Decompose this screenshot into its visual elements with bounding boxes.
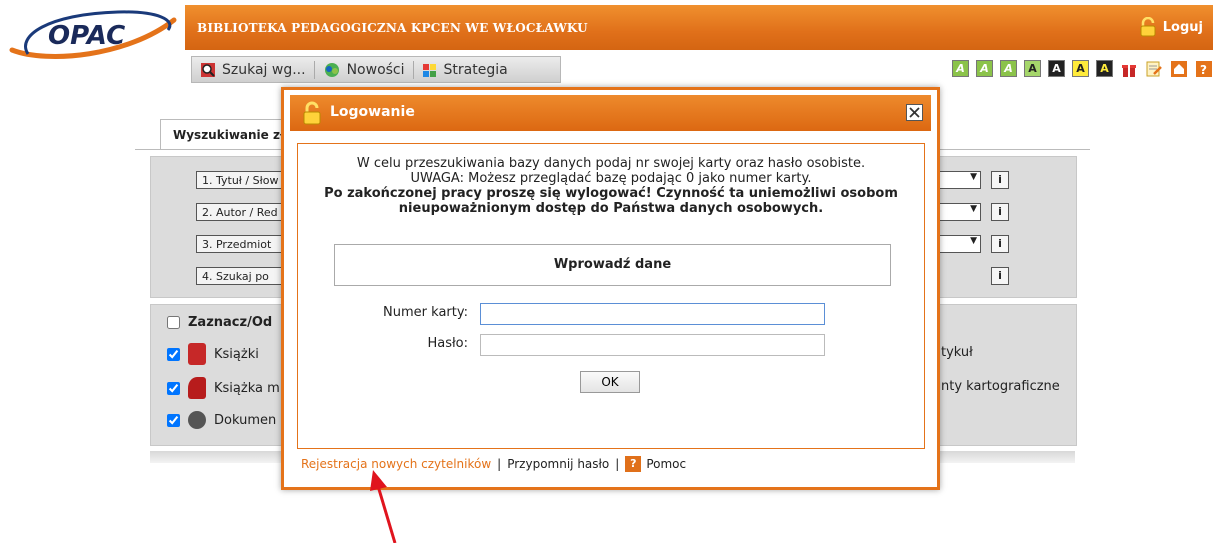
lock-icon [303,101,321,125]
contrast-dark-icon[interactable]: A [1048,60,1065,77]
nav-item-search[interactable]: Szukaj wg... [192,57,314,82]
dialog-body: W celu przeszukiwania bazy danych podaj … [297,143,925,449]
info-line: W celu przeszukiwania bazy danych podaj … [356,156,866,171]
dialog-footer: Rejestracja nowych czytelników | Przypom… [301,456,686,472]
type-books-checkbox[interactable] [167,347,180,361]
info-button[interactable]: i [991,171,1009,189]
home-icon[interactable] [1170,60,1188,78]
remind-password-link[interactable]: Przypomnij hasło [507,457,609,471]
nav-bar: Szukaj wg... Nowości Strategia A A A A A… [185,55,1213,83]
login-link[interactable]: Loguj [1139,17,1203,37]
info-button[interactable]: i [991,235,1009,253]
footer-separator: | [615,457,620,471]
dialog-header: Logowanie [290,95,931,131]
nav-strategy-label: Strategia [443,61,508,78]
nav-search-label: Szukaj wg... [222,61,306,78]
type-books-row: Książki [167,343,259,365]
select-all-checkbox[interactable] [167,316,180,329]
font-size-large-icon[interactable]: A [1000,60,1017,77]
info-warning-line: Po zakończonej pracy proszę się wylogowa… [324,186,898,201]
nav-news-label: Nowości [346,61,405,78]
accessibility-toolbar: A A A A A A A ? [952,55,1213,82]
help-icon[interactable]: ? [1195,60,1213,78]
type-multimedia-label: Książka m [214,380,280,396]
select-all-label: Zaznacz/Od [188,315,273,330]
type-maps-row: nty kartograficzne [941,379,1060,394]
font-size-small-icon[interactable]: A [952,60,969,77]
password-label: Hasło: [427,336,468,351]
type-article-label: tykuł [941,345,973,360]
info-line: UWAGA: Możesz przeglądać bazę podając 0 … [410,171,812,186]
card-number-label: Numer karty: [383,305,468,320]
password-input[interactable] [480,334,825,356]
top-bar: BIBLIOTEKA PEDAGOGICZNA KPCEN WE WŁOCŁAW… [185,5,1213,50]
login-dialog: Logowanie W celu przeszukiwania bazy dan… [281,87,940,490]
contrast-yellow-icon[interactable]: A [1072,60,1089,77]
login-label: Loguj [1162,19,1203,35]
site-title: BIBLIOTEKA PEDAGOGICZNA KPCEN WE WŁOCŁAW… [197,21,588,35]
svg-text:?: ? [1200,63,1207,77]
help-link[interactable]: ? Pomoc [625,456,686,472]
close-icon [909,107,920,118]
book-icon [188,343,206,365]
nav-item-strategy[interactable]: Strategia [414,57,516,82]
header: OPAC BIBLIOTEKA PEDAGOGICZNA KPCEN WE WŁ… [0,0,1213,86]
news-icon [324,62,339,77]
gift-icon[interactable] [1120,60,1138,78]
register-link[interactable]: Rejestracja nowych czytelników [301,457,491,471]
type-article-row: tykuł [941,345,973,360]
type-multimedia-checkbox[interactable] [167,381,180,395]
dialog-title: Logowanie [330,104,415,120]
contrast-default-icon[interactable]: A [1024,60,1041,77]
login-info-text: W celu przeszukiwania bazy danych podaj … [298,156,924,216]
info-button[interactable]: i [991,203,1009,221]
type-audio-label: Dokumen [214,412,277,428]
lock-icon [1140,17,1156,37]
card-number-input[interactable] [480,303,825,325]
select-all-row: Zaznacz/Od [167,315,272,330]
type-multimedia-row: Książka m [167,377,280,399]
nav-menu: Szukaj wg... Nowości Strategia [191,56,561,83]
form-heading-box: Wprowadź dane [334,244,891,286]
contrast-yellow-black-icon[interactable]: A [1096,60,1113,77]
logo-text: OPAC [48,21,125,51]
footer-separator: | [497,457,502,471]
form-heading: Wprowadź dane [553,257,672,272]
type-maps-label: nty kartograficzne [941,379,1060,394]
type-audio-row: Dokumen [167,411,276,429]
strategy-icon [422,63,436,77]
info-warning-line: nieupoważnionym dostęp do Państwa danych… [398,201,824,216]
book-cd-icon [188,377,206,399]
help-icon: ? [625,456,642,472]
audio-icon [188,411,206,429]
type-audio-checkbox[interactable] [167,413,180,427]
type-books-label: Książki [214,346,259,362]
help-label: Pomoc [646,457,687,471]
close-button[interactable] [906,104,923,121]
info-button[interactable]: i [991,267,1009,285]
ok-button[interactable]: OK [580,371,640,393]
opac-logo-graphic: OPAC [9,10,177,59]
search-icon [201,62,215,77]
nav-item-news[interactable]: Nowości [315,57,413,82]
font-size-medium-icon[interactable]: A [976,60,993,77]
edit-note-icon[interactable] [1145,60,1163,78]
opac-logo[interactable]: OPAC [8,6,178,62]
